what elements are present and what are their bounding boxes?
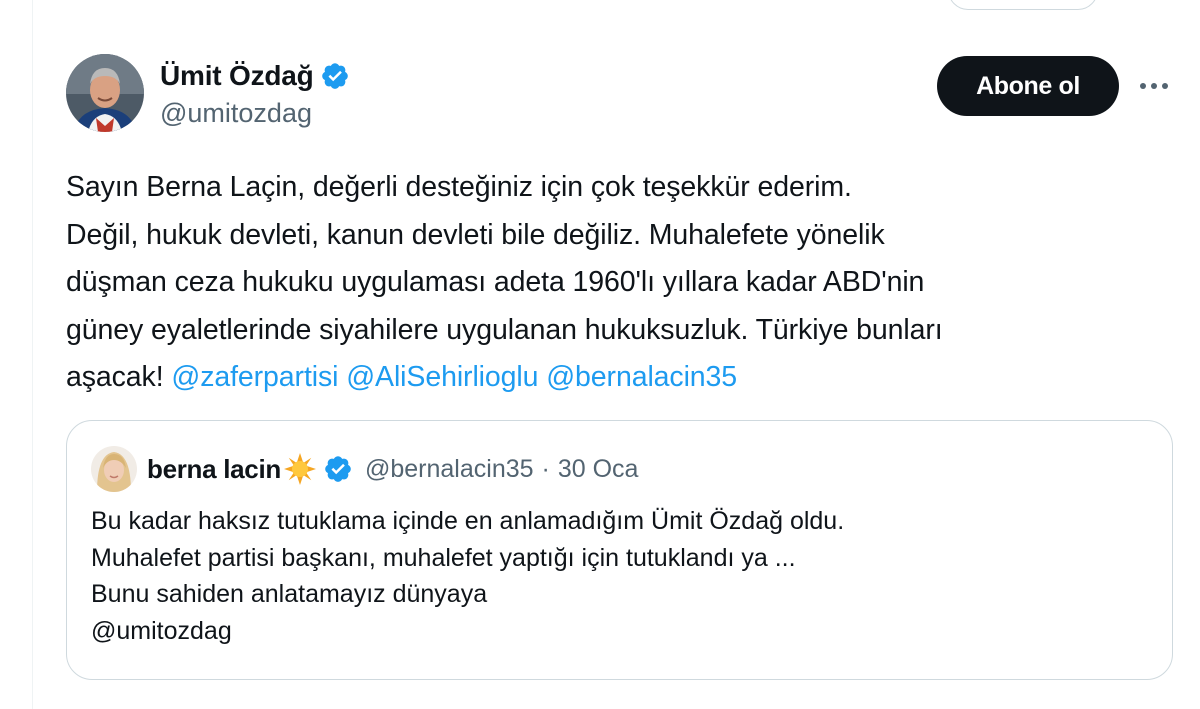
mention-link[interactable]: @AliSehirlioglu — [346, 361, 538, 393]
author-name[interactable]: Ümit Özdağ — [160, 60, 314, 92]
separator-dot: · — [541, 454, 550, 483]
author-handle[interactable]: @umitozdag — [160, 98, 312, 129]
quoted-author-handle[interactable]: @bernalacin35 — [365, 455, 534, 484]
quoted-tweet-line: @umitozdag — [91, 616, 232, 645]
verified-badge-icon — [325, 456, 351, 482]
previous-button-edge[interactable] — [948, 0, 1098, 10]
mention-link[interactable]: @zaferpartisi — [171, 361, 338, 393]
quoted-tweet-text: Bu kadar haksız tutuklama içinde en anla… — [91, 503, 1141, 649]
author-name-row[interactable]: Ümit Özdağ — [160, 58, 350, 94]
tweet-last-line: aşacak! @zaferpartisi @AliSehirlioglu @b… — [66, 354, 1156, 402]
tweet-line: düşman ceza hukuku uygulaması adeta 1960… — [66, 266, 925, 298]
verified-badge-icon — [321, 63, 348, 89]
quoted-tweet-line: Bu kadar haksız tutuklama içinde en anla… — [91, 507, 845, 535]
quoted-author-avatar[interactable] — [91, 446, 137, 492]
tweet-text: Sayın Berna Laçin, değerli desteğiniz iç… — [66, 164, 1156, 402]
quoted-tweet-card[interactable]: berna lacin @bernalacin35 · 30 Oca Bu ka… — [66, 420, 1173, 680]
mention-link[interactable]: @bernalacin35 — [546, 361, 737, 393]
quoted-tweet-line: Bunu sahiden anlatamayız dünyaya — [91, 580, 488, 608]
tweet-line: Sayın Berna Laçin, değerli desteğiniz iç… — [66, 171, 852, 203]
column-divider — [32, 0, 33, 709]
tweet-line: güney eyaletlerinde siyahilere uygulanan… — [66, 313, 943, 346]
portrait-photo-icon — [91, 446, 137, 492]
tweet-line-text: aşacak! — [66, 361, 164, 393]
more-options-button[interactable] — [1134, 70, 1174, 102]
quoted-tweet-date[interactable]: 30 Oca — [558, 455, 639, 484]
tweet-line: Değil, hukuk devleti, kanun devleti bile… — [66, 218, 885, 251]
quoted-tweet-header: berna lacin @bernalacin35 · 30 Oca — [91, 445, 638, 493]
more-horizontal-icon — [1140, 83, 1168, 89]
portrait-photo-icon — [66, 54, 144, 132]
sun-icon — [283, 453, 316, 485]
quoted-author-name[interactable]: berna lacin — [147, 454, 281, 485]
quoted-tweet-line: Muhalefet partisi başkanı, muhalefet yap… — [91, 543, 796, 572]
tweet-detail-view: Ümit Özdağ @umitozdag Abone ol Sayın Ber… — [0, 0, 1200, 709]
follow-button[interactable]: Abone ol — [937, 56, 1119, 116]
author-avatar[interactable] — [66, 54, 144, 132]
